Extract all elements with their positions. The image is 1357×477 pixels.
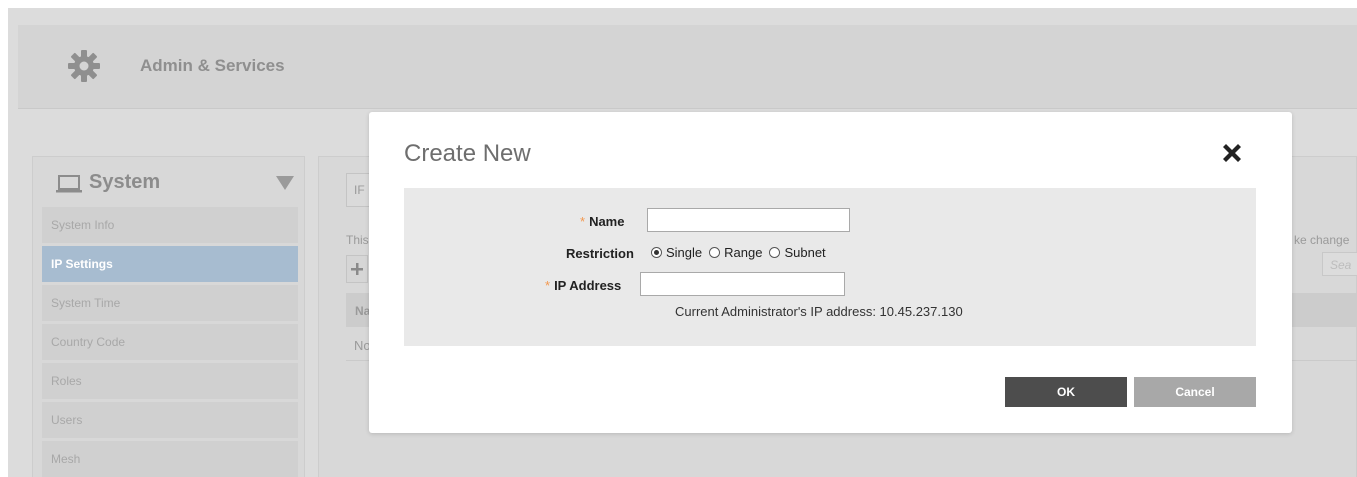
- radio-subnet-label[interactable]: Subnet: [784, 245, 825, 260]
- current-ip-hint: Current Administrator's IP address: 10.4…: [675, 304, 963, 319]
- add-button[interactable]: [346, 255, 368, 283]
- sidebar-item-country-code[interactable]: Country Code: [42, 324, 298, 360]
- sidebar-item-system-time[interactable]: System Time: [42, 285, 298, 321]
- restriction-radio-group: Single Range Subnet: [651, 245, 833, 260]
- sidebar-section-system[interactable]: System: [33, 157, 304, 209]
- create-new-dialog: Create New * Name Restriction Single Rang…: [369, 112, 1292, 433]
- caret-down-icon[interactable]: [276, 176, 294, 190]
- sidebar-section-title: System: [89, 171, 161, 193]
- radio-range-label[interactable]: Range: [724, 245, 762, 260]
- ip-address-label-text: IP Address: [554, 278, 622, 293]
- ip-address-label: * IP Address: [545, 278, 621, 293]
- sidebar-item-users[interactable]: Users: [42, 402, 298, 438]
- radio-single[interactable]: [651, 247, 662, 258]
- ok-button[interactable]: OK: [1005, 377, 1127, 407]
- laptop-icon: [56, 175, 82, 193]
- close-icon[interactable]: [1220, 141, 1244, 165]
- page-header: Admin & Services: [18, 25, 1357, 109]
- required-marker: *: [545, 278, 551, 293]
- sidebar-item-roles[interactable]: Roles: [42, 363, 298, 399]
- gear-icon: [68, 50, 100, 82]
- radio-subnet[interactable]: [769, 247, 781, 258]
- sidebar: System System Info IP Settings System Ti…: [32, 156, 305, 477]
- form-panel: * Name Restriction Single Range Subnet * I…: [404, 188, 1256, 346]
- description-text-right: ke change: [1294, 233, 1350, 247]
- page-title: Admin & Services: [140, 56, 285, 75]
- cancel-button[interactable]: Cancel: [1134, 377, 1256, 407]
- radio-range[interactable]: [709, 247, 721, 258]
- sidebar-item-ip-settings[interactable]: IP Settings: [42, 246, 298, 282]
- dialog-title: Create New: [404, 140, 531, 167]
- search-input[interactable]: Sea: [1322, 252, 1357, 276]
- name-field[interactable]: [647, 208, 850, 232]
- restriction-label: Restriction: [566, 246, 634, 261]
- plus-icon: [351, 263, 363, 275]
- name-label-text: Name: [589, 214, 625, 229]
- sidebar-item-system-info[interactable]: System Info: [42, 207, 298, 243]
- required-marker: *: [580, 214, 586, 229]
- tab-label: IF: [354, 183, 365, 197]
- radio-single-label[interactable]: Single: [666, 245, 702, 260]
- name-label: * Name: [580, 214, 624, 229]
- description-text: This: [346, 233, 369, 247]
- ip-address-field[interactable]: [640, 272, 845, 296]
- sidebar-item-mesh[interactable]: Mesh: [42, 441, 298, 477]
